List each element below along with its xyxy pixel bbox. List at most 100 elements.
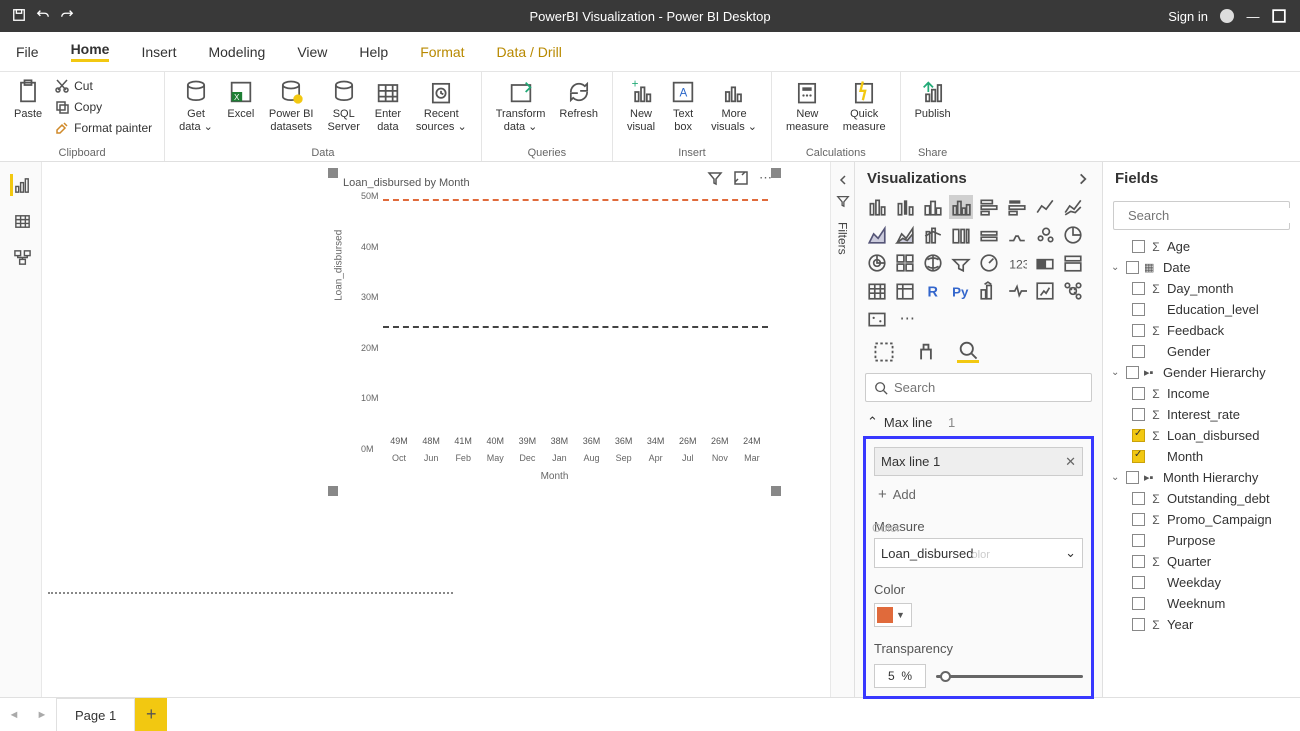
more-visuals-button[interactable]: More visuals ⌄ [705,76,763,135]
checkbox[interactable] [1132,555,1145,568]
field-item[interactable]: ΣLoan_disbursed [1103,425,1300,446]
checkbox[interactable] [1132,450,1145,463]
viz-type-icon[interactable] [949,195,973,219]
field-item[interactable]: ΣPromo_Campaign [1103,509,1300,530]
next-page-icon[interactable]: ► [28,709,56,721]
viz-type-icon[interactable]: Py [949,279,973,303]
viz-type-icon[interactable]: 123 [1005,251,1029,275]
checkbox[interactable] [1132,324,1145,337]
checkbox[interactable] [1132,303,1145,316]
chevron-right-icon[interactable] [1076,172,1090,186]
refresh-button[interactable]: Refresh [553,76,604,123]
viz-type-icon[interactable] [1033,251,1057,275]
viz-type-icon[interactable] [921,195,945,219]
enter-data-button[interactable]: Enter data [368,76,408,135]
text-box-button[interactable]: AText box [663,76,703,135]
transparency-input[interactable]: 5 % [874,664,926,688]
field-item[interactable]: Purpose [1103,530,1300,551]
viz-type-icon[interactable] [1061,195,1085,219]
format-painter-button[interactable]: Format painter [50,118,156,138]
checkbox[interactable] [1132,618,1145,631]
viz-type-icon[interactable] [865,251,889,275]
copy-button[interactable]: Copy [50,97,156,117]
color-picker[interactable]: ▼ [874,603,912,627]
report-view-icon[interactable] [10,174,32,196]
close-icon[interactable]: ✕ [1065,454,1076,470]
viz-type-icon[interactable] [921,223,945,247]
recent-sources-button[interactable]: Recent sources ⌄ [410,76,473,135]
tab-insert[interactable]: Insert [125,32,192,71]
viz-type-icon[interactable] [1005,223,1029,247]
more-icon[interactable]: ⋯ [759,170,772,189]
viz-search[interactable] [865,373,1092,402]
tab-modeling[interactable]: Modeling [192,32,281,71]
get-data-button[interactable]: Get data ⌄ [173,76,219,135]
viz-type-icon[interactable] [865,307,889,331]
field-group[interactable]: ⌄▸▪Gender Hierarchy [1103,362,1300,383]
viz-type-icon[interactable] [1005,279,1029,303]
sql-server-button[interactable]: SQL Server [322,76,366,135]
viz-type-icon[interactable] [865,279,889,303]
field-group[interactable]: ⌄▦Date [1103,257,1300,278]
checkbox[interactable] [1132,240,1145,253]
viz-type-icon[interactable] [1061,223,1085,247]
transparency-slider[interactable] [936,669,1083,683]
viz-type-icon[interactable] [865,195,889,219]
checkbox[interactable] [1132,513,1145,526]
viz-type-icon[interactable] [1033,223,1057,247]
checkbox[interactable] [1132,429,1145,442]
field-item[interactable]: Month [1103,446,1300,467]
field-item[interactable]: Education_level [1103,299,1300,320]
checkbox[interactable] [1126,366,1139,379]
undo-icon[interactable] [36,8,50,25]
chart-visual[interactable]: ⋯ Loan_disbursed by Month Loan_disbursed… [332,172,777,492]
model-view-icon[interactable] [10,246,32,268]
field-item[interactable]: ΣDay_month [1103,278,1300,299]
minimize-icon[interactable]: — [1246,9,1260,23]
resize-handle[interactable] [771,168,781,178]
resize-handle[interactable] [328,168,338,178]
paste-button[interactable]: Paste [8,76,48,123]
resize-handle[interactable] [771,486,781,496]
add-button[interactable]: +Add [874,476,1083,513]
field-group[interactable]: ⌄▸▪Month Hierarchy [1103,467,1300,488]
viz-type-icon[interactable] [1033,279,1057,303]
report-canvas[interactable]: ⋯ Loan_disbursed by Month Loan_disbursed… [42,162,830,697]
checkbox[interactable] [1132,576,1145,589]
viz-type-icon[interactable]: R [921,279,945,303]
fields-search-input[interactable] [1128,208,1300,223]
viz-type-icon[interactable] [1005,195,1029,219]
checkbox[interactable] [1132,597,1145,610]
field-item[interactable]: ΣYear [1103,614,1300,635]
field-item[interactable]: Weeknum [1103,593,1300,614]
new-visual-button[interactable]: +New visual [621,76,661,135]
publish-button[interactable]: Publish [909,76,957,123]
viz-type-icon[interactable] [893,223,917,247]
tab-view[interactable]: View [281,32,343,71]
viz-type-icon[interactable] [893,251,917,275]
field-item[interactable]: ΣInterest_rate [1103,404,1300,425]
fields-tab-icon[interactable] [873,341,895,363]
viz-type-icon[interactable] [977,195,1001,219]
field-item[interactable]: ΣQuarter [1103,551,1300,572]
pbi-datasets-button[interactable]: Power BI datasets [263,76,320,135]
field-item[interactable]: ΣOutstanding_debt [1103,488,1300,509]
maxline-accordion[interactable]: ⌃ Max line 1 [855,408,1102,436]
viz-type-icon[interactable] [977,279,1001,303]
new-measure-button[interactable]: New measure [780,76,835,135]
checkbox[interactable] [1132,408,1145,421]
viz-type-icon[interactable] [893,279,917,303]
checkbox[interactable] [1126,471,1139,484]
tab-help[interactable]: Help [343,32,404,71]
checkbox[interactable] [1132,345,1145,358]
line-name-input[interactable]: Max line 1 ✕ [874,447,1083,476]
avatar-icon[interactable] [1220,9,1234,23]
checkbox[interactable] [1132,282,1145,295]
excel-button[interactable]: XExcel [221,76,261,123]
prev-page-icon[interactable]: ◄ [0,709,28,721]
focus-icon[interactable] [733,170,749,189]
maximize-icon[interactable] [1272,9,1286,23]
checkbox[interactable] [1126,261,1139,274]
viz-type-icon[interactable] [865,223,889,247]
field-item[interactable]: ΣAge [1103,236,1300,257]
